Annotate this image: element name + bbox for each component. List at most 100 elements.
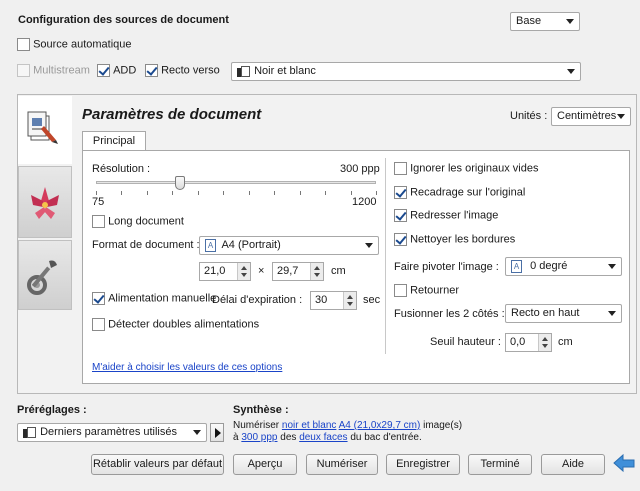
color-select-value: Noir et blanc: [254, 65, 316, 77]
summary-color-link[interactable]: noir et blanc: [282, 420, 336, 431]
slider-tick: [300, 191, 301, 195]
manual-feed-checkbox[interactable]: [92, 292, 105, 305]
multistream-label: Multistream: [33, 64, 90, 77]
flip-checkbox[interactable]: [394, 284, 407, 297]
reset-defaults-button[interactable]: Rétablir valeurs par défaut: [91, 454, 224, 475]
portrait-icon: A: [205, 238, 216, 252]
clean-borders-checkbox[interactable]: [394, 233, 407, 246]
slider-tick: [121, 191, 122, 195]
format-select[interactable]: A A4 (Portrait): [199, 236, 379, 255]
add-checkbox[interactable]: [97, 64, 110, 77]
width-stepper-buttons[interactable]: [237, 263, 250, 280]
manual-feed-option[interactable]: Alimentation manuelle: [92, 292, 216, 305]
slider-thumb[interactable]: [175, 176, 185, 190]
format-select-value: A4 (Portrait): [221, 239, 281, 251]
slider-tick: [223, 191, 224, 195]
document-settings-icon: [27, 111, 58, 144]
double-feed-option[interactable]: Détecter doubles alimentations: [92, 318, 259, 331]
width-stepper[interactable]: 21,0: [199, 262, 251, 281]
slider-tick: [274, 191, 275, 195]
double-feed-checkbox[interactable]: [92, 318, 105, 331]
summary-sides-link[interactable]: deux faces: [299, 432, 347, 443]
multistream-option: Multistream: [17, 64, 90, 77]
add-option[interactable]: ADD: [97, 64, 136, 77]
save-button[interactable]: Enregistrer: [386, 454, 460, 475]
threshold-label: Seuil hauteur :: [430, 336, 501, 348]
slider-ticks: [96, 191, 377, 197]
scan-button[interactable]: Numériser: [306, 454, 378, 475]
summary-images: image(s): [423, 420, 463, 431]
resolution-slider[interactable]: [92, 176, 377, 204]
mode-select[interactable]: Base: [510, 12, 580, 31]
panel-title: Paramètres de document: [82, 106, 262, 123]
duplex-option[interactable]: Recto verso: [145, 64, 220, 77]
auto-source-option[interactable]: Source automatique: [17, 38, 132, 51]
column-divider: [385, 158, 386, 354]
timeout-label: Délai d'expiration :: [212, 294, 303, 306]
width-value: 21,0: [204, 265, 226, 277]
rotate-select[interactable]: A 0 degré: [505, 257, 622, 276]
tab-principal[interactable]: Principal: [82, 131, 146, 151]
sources-title: Configuration des sources de document: [18, 14, 229, 26]
summary-at: à: [233, 432, 239, 443]
size-unit: cm: [331, 265, 346, 277]
ignore-blank-label: Ignorer les originaux vides: [410, 162, 539, 175]
tab-principal-label: Principal: [92, 135, 136, 147]
threshold-value: 0,0: [510, 336, 526, 348]
timeout-stepper-buttons[interactable]: [343, 292, 356, 309]
merge-select-value: Recto en haut: [511, 307, 580, 319]
slider-tick: [172, 191, 173, 195]
auto-source-checkbox[interactable]: [17, 38, 30, 51]
threshold-stepper-buttons[interactable]: [538, 334, 551, 351]
units-select[interactable]: Centimètres: [551, 107, 631, 126]
presets-menu-button[interactable]: [210, 423, 224, 442]
merge-select[interactable]: Recto en haut: [505, 304, 622, 323]
timeout-stepper[interactable]: 30: [310, 291, 357, 310]
slider-tick: [376, 191, 377, 195]
tab-document[interactable]: [18, 96, 72, 164]
straighten-option[interactable]: Redresser l'image: [394, 209, 498, 222]
height-stepper[interactable]: 29,7: [272, 262, 324, 281]
resolution-label: Résolution :: [92, 163, 151, 175]
help-button[interactable]: Aide: [541, 454, 605, 475]
long-document-option[interactable]: Long document: [92, 215, 184, 228]
ignore-blank-checkbox[interactable]: [394, 162, 407, 175]
presets-select[interactable]: Derniers paramètres utilisés: [17, 423, 207, 442]
color-mode-icon: [237, 65, 250, 77]
straighten-label: Redresser l'image: [410, 209, 499, 222]
ignore-blank-option[interactable]: Ignorer les originaux vides: [394, 162, 538, 175]
timeout-unit: sec: [363, 294, 381, 306]
height-stepper-buttons[interactable]: [310, 263, 323, 280]
timeout-value: 30: [315, 294, 328, 306]
summary-text: Numériser noir et blanc A4 (21,0x29,7 cm…: [233, 420, 462, 444]
chevron-down-icon: [617, 114, 625, 119]
manual-feed-label: Alimentation manuelle: [108, 292, 217, 305]
long-document-checkbox[interactable]: [92, 215, 105, 228]
summary-dpi-link[interactable]: 300 ppp: [241, 432, 277, 443]
units-label: Unités :: [510, 110, 548, 122]
flip-option[interactable]: Retourner: [394, 284, 459, 297]
help-choose-link[interactable]: M'aider à choisir les valeurs de ces opt…: [92, 362, 282, 373]
chevron-down-icon: [567, 69, 575, 74]
crop-checkbox[interactable]: [394, 186, 407, 199]
straighten-checkbox[interactable]: [394, 209, 407, 222]
slider-tick: [351, 191, 352, 195]
clean-borders-option[interactable]: Nettoyer les bordures: [394, 233, 515, 246]
threshold-stepper[interactable]: 0,0: [505, 333, 552, 352]
duplex-checkbox[interactable]: [145, 64, 158, 77]
rotate-label: Faire pivoter l'image :: [394, 261, 499, 273]
multistream-checkbox: [17, 64, 30, 77]
back-arrow-icon[interactable]: [612, 452, 638, 474]
preview-button[interactable]: Aperçu: [233, 454, 297, 475]
summary-scan: Numériser: [233, 420, 280, 431]
color-select[interactable]: Noir et blanc: [231, 62, 581, 81]
slider-track: [96, 181, 376, 184]
tab-image[interactable]: [18, 166, 72, 238]
done-button[interactable]: Terminé: [468, 454, 532, 475]
tab-advanced[interactable]: [18, 240, 72, 310]
summary-size-link[interactable]: A4 (21,0x29,7 cm): [339, 420, 421, 431]
crop-option[interactable]: Recadrage sur l'original: [394, 186, 525, 199]
summary-tray: du bac d'entrée.: [350, 432, 422, 443]
double-feed-label: Détecter doubles alimentations: [108, 318, 260, 331]
mode-select-value: Base: [516, 15, 542, 27]
